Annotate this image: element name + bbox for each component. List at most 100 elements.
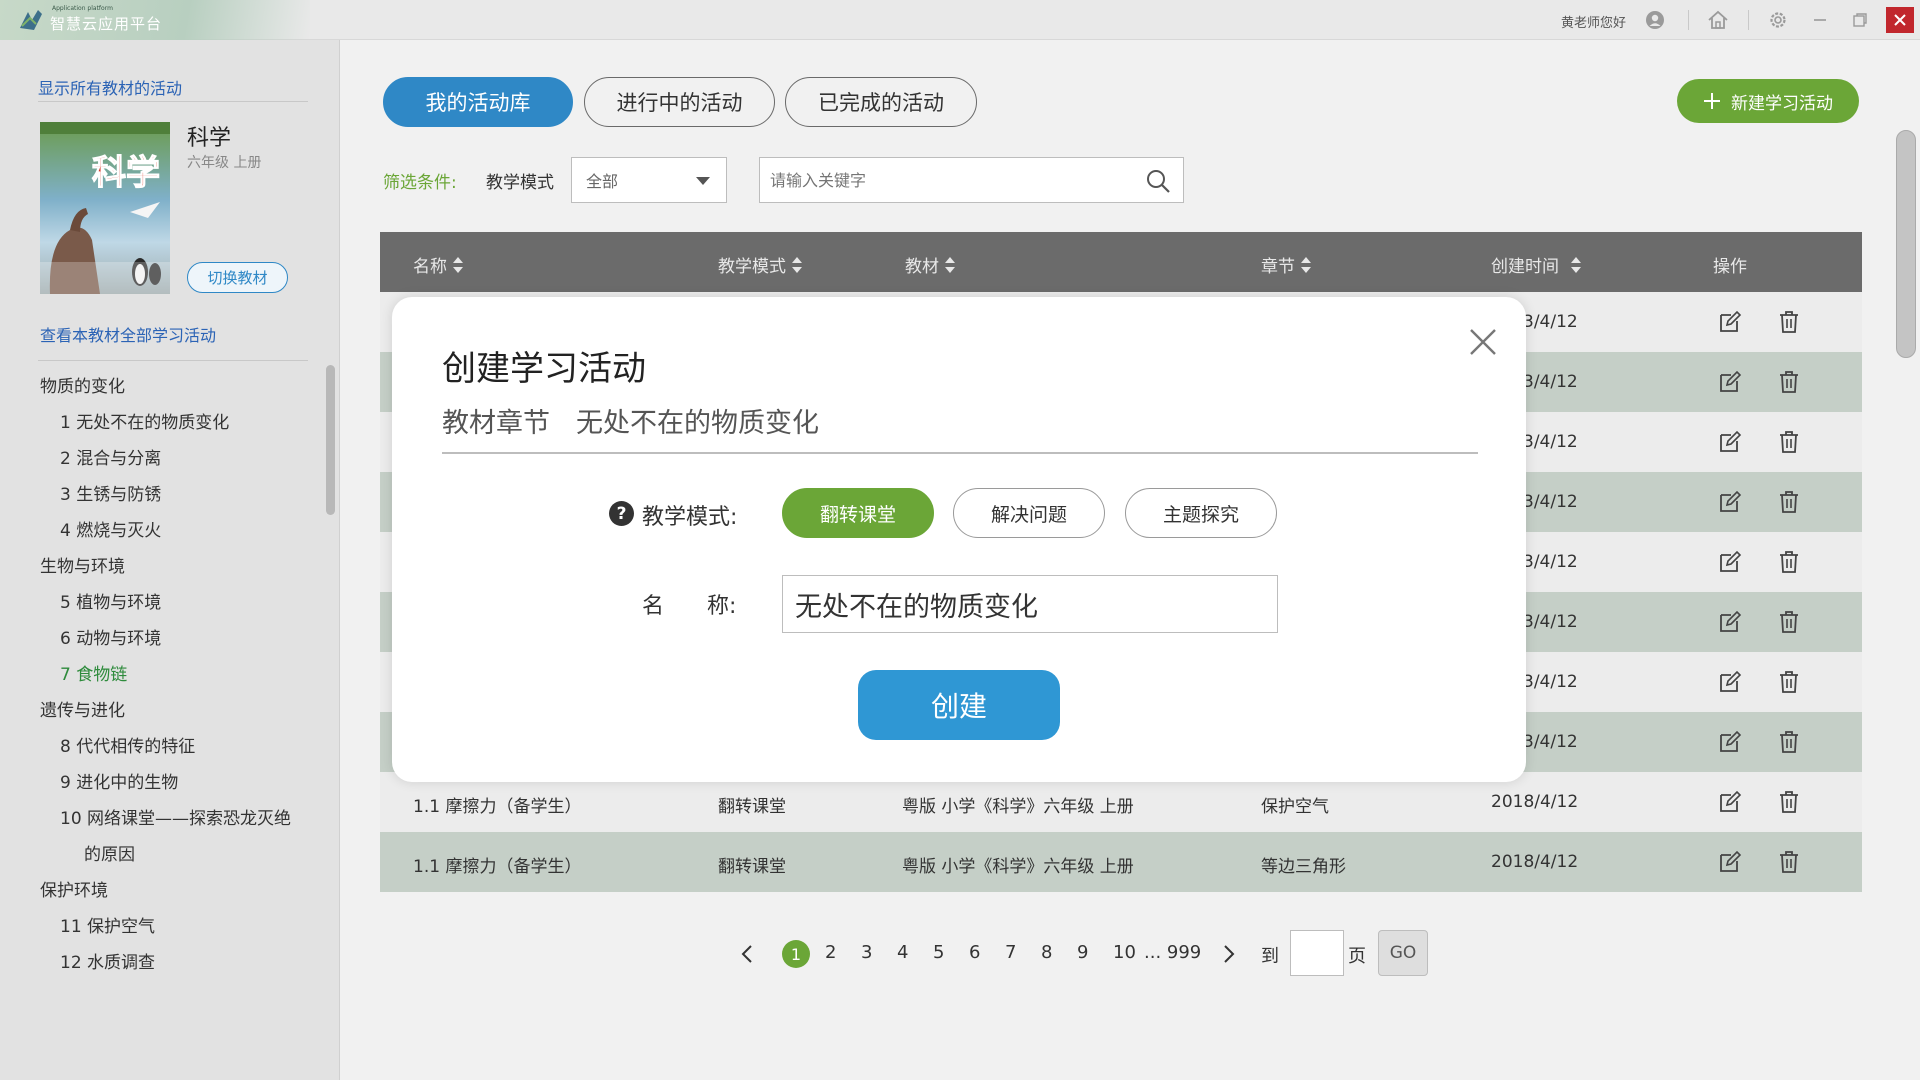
page-number[interactable]: 5	[933, 942, 944, 963]
column-header-created[interactable]: 创建时间	[1491, 252, 1581, 277]
go-button[interactable]: GO	[1378, 930, 1428, 976]
cell-created-date: 3/4/12	[1523, 492, 1578, 512]
sort-icon	[453, 256, 463, 273]
trash-icon[interactable]	[1777, 310, 1801, 334]
dialog-title: 创建学习活动	[442, 349, 646, 389]
page-number[interactable]: 9	[1077, 942, 1088, 963]
close-window-button[interactable]	[1886, 7, 1914, 33]
chapter-item[interactable]: 8 代代相传的特征	[60, 732, 195, 757]
mode-problem-solving-button[interactable]: 解决问题	[953, 488, 1105, 538]
page-ellipsis-last[interactable]: ... 999	[1144, 942, 1201, 963]
edit-icon[interactable]	[1718, 430, 1742, 454]
mode-flipped-classroom-button[interactable]: 翻转课堂	[782, 488, 934, 538]
chapter-item[interactable]: 6 动物与环境	[60, 624, 161, 649]
chapter-item[interactable]: 11 保护空气	[60, 912, 155, 937]
page-number[interactable]: 2	[825, 942, 836, 963]
trash-icon[interactable]	[1777, 370, 1801, 394]
column-header-mode[interactable]: 教学模式	[718, 252, 802, 277]
column-header-name[interactable]: 名称	[413, 252, 463, 277]
next-page-icon[interactable]	[1222, 944, 1236, 964]
chapter-item[interactable]: 3 生锈与防锈	[60, 480, 161, 505]
cell-created-date: 3/4/12	[1523, 432, 1578, 452]
chapter-item[interactable]: 7 食物链	[60, 660, 127, 685]
main-scrollbar[interactable]	[1896, 130, 1916, 358]
column-header-chapter[interactable]: 章节	[1261, 252, 1311, 277]
new-activity-button[interactable]: 新建学习活动	[1677, 79, 1859, 123]
edit-icon[interactable]	[1718, 310, 1742, 334]
trash-icon[interactable]	[1777, 610, 1801, 634]
mode-theme-inquiry-button[interactable]: 主题探究	[1125, 488, 1277, 538]
page-current[interactable]: 1	[782, 940, 810, 968]
trash-icon[interactable]	[1777, 730, 1801, 754]
edit-icon[interactable]	[1718, 670, 1742, 694]
view-all-activities-link[interactable]: 查看本教材全部学习活动	[40, 322, 216, 346]
page-number[interactable]: 8	[1041, 942, 1052, 963]
page-number[interactable]: 6	[969, 942, 980, 963]
edit-icon[interactable]	[1718, 610, 1742, 634]
home-icon[interactable]	[1706, 8, 1730, 32]
gear-icon[interactable]	[1766, 8, 1790, 32]
search-input[interactable]	[760, 158, 1120, 202]
teaching-mode-value: 全部	[586, 172, 619, 191]
teaching-mode-select[interactable]: 全部	[571, 157, 727, 203]
trash-icon[interactable]	[1777, 550, 1801, 574]
prev-page-icon[interactable]	[740, 944, 754, 964]
dialog-divider	[442, 452, 1478, 454]
user-icon[interactable]	[1643, 8, 1667, 32]
page-number-input[interactable]	[1290, 930, 1344, 976]
chapter-item[interactable]: 12 水质调查	[60, 948, 155, 973]
sidebar-scrollbar[interactable]	[326, 365, 335, 515]
edit-icon[interactable]	[1718, 790, 1742, 814]
cell-created-date: 3/4/12	[1523, 372, 1578, 392]
trash-icon[interactable]	[1777, 430, 1801, 454]
chapter-unit[interactable]: 保护环境	[40, 876, 108, 901]
minimize-icon[interactable]	[1808, 8, 1832, 32]
trash-icon[interactable]	[1777, 790, 1801, 814]
edit-icon[interactable]	[1718, 730, 1742, 754]
chapter-unit[interactable]: 生物与环境	[40, 552, 125, 577]
edit-icon[interactable]	[1718, 490, 1742, 514]
trash-icon[interactable]	[1777, 490, 1801, 514]
tab-completed[interactable]: 已完成的活动	[785, 77, 977, 127]
chapter-item[interactable]: 1 无处不在的物质变化	[60, 408, 229, 433]
cell-created-date: 3/4/12	[1523, 612, 1578, 632]
help-icon[interactable]: ?	[609, 501, 634, 526]
plus-icon	[1704, 93, 1720, 109]
page-number[interactable]: 7	[1005, 942, 1016, 963]
page-number[interactable]: 3	[861, 942, 872, 963]
column-header-actions: 操作	[1713, 252, 1747, 277]
chapter-item[interactable]: 的原因	[84, 840, 135, 865]
table-row[interactable]: 1.1 摩擦力（备学生） 翻转课堂 粤版 小学《科学》六年级 上册 等边三角形 2018…	[380, 832, 1862, 892]
chapter-unit[interactable]: 物质的变化	[40, 372, 125, 397]
create-button[interactable]: 创建	[858, 670, 1060, 740]
chapter-item[interactable]: 9 进化中的生物	[60, 768, 178, 793]
close-icon	[1894, 14, 1906, 26]
column-header-textbook[interactable]: 教材	[905, 252, 955, 277]
search-icon[interactable]	[1145, 168, 1171, 194]
chapter-item[interactable]: 5 植物与环境	[60, 588, 161, 613]
sort-icon	[792, 256, 802, 273]
tab-in-progress[interactable]: 进行中的活动	[584, 77, 775, 127]
edit-icon[interactable]	[1718, 370, 1742, 394]
switch-textbook-button[interactable]: 切换教材	[187, 262, 288, 293]
chapter-item[interactable]: 10 网络课堂——探索恐龙灭绝	[60, 804, 291, 829]
dialog-chapter-info: 教材章节 无处不在的物质变化	[442, 401, 845, 440]
chapter-unit[interactable]: 遗传与进化	[40, 696, 125, 721]
chapter-item[interactable]: 2 混合与分离	[60, 444, 161, 469]
edit-icon[interactable]	[1718, 850, 1742, 874]
cell-name: 1.1 摩擦力（备学生）	[413, 797, 582, 817]
search-box[interactable]	[759, 157, 1184, 203]
page-number[interactable]: 10	[1113, 942, 1136, 963]
restore-icon[interactable]	[1848, 8, 1872, 32]
close-icon[interactable]	[1466, 325, 1500, 359]
create-activity-dialog: 创建学习活动 教材章节 无处不在的物质变化 ? 教学模式: 翻转课堂 解决问题 主…	[392, 297, 1526, 782]
edit-icon[interactable]	[1718, 550, 1742, 574]
sort-icon	[945, 256, 955, 273]
chapter-item[interactable]: 4 燃烧与灭火	[60, 516, 161, 541]
trash-icon[interactable]	[1777, 670, 1801, 694]
trash-icon[interactable]	[1777, 850, 1801, 874]
show-all-textbooks-link[interactable]: 显示所有教材的活动	[38, 75, 182, 99]
activity-name-input[interactable]: 无处不在的物质变化	[782, 575, 1278, 633]
page-number[interactable]: 4	[897, 942, 908, 963]
tab-my-activity-library[interactable]: 我的活动库	[383, 77, 573, 127]
